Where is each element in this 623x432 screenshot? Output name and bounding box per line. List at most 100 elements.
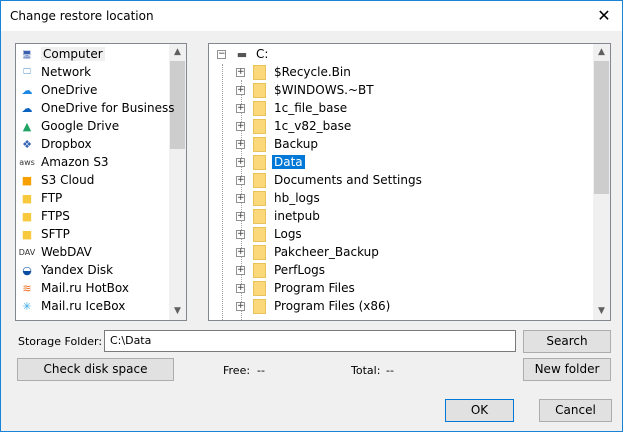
source-item-yandex-disk[interactable]: ◒ Yandex Disk — [19, 261, 113, 279]
close-icon[interactable]: ✕ — [592, 4, 616, 28]
expand-icon[interactable]: + — [236, 247, 245, 257]
scroll-up-icon[interactable]: ▲ — [593, 44, 610, 61]
s3-cloud-icon: ■ — [21, 173, 33, 187]
source-item-s3-cloud[interactable]: ■ S3 Cloud — [19, 171, 95, 189]
expand-icon[interactable]: + — [236, 175, 245, 185]
source-list-scrollbar[interactable]: ▲ ▼ — [169, 44, 186, 320]
free-label: Free: — [223, 364, 251, 377]
title-bar: Change restore location ✕ — [1, 1, 622, 31]
tree-folder-item[interactable]: +1c_file_base — [236, 99, 349, 117]
folder-icon — [253, 262, 266, 278]
folder-icon — [253, 118, 266, 134]
computer-icon: 🖥 — [21, 49, 33, 59]
folder-tree[interactable]: − ▬ C: ▲ ▼ + $Recycle.Bin + $WINDOWS.~BT +1c… — [208, 43, 611, 321]
onedrive-icon: ☁ — [21, 83, 33, 97]
source-item-amazon-s3[interactable]: aws Amazon S3 — [19, 153, 108, 171]
google-drive-icon: ▲ — [22, 119, 32, 133]
folder-icon — [253, 244, 266, 260]
source-item-label: Google Drive — [41, 119, 120, 133]
source-item-onedrive-for-business[interactable]: ☁ OneDrive for Business — [19, 99, 175, 117]
free-value: -- — [257, 364, 265, 377]
tree-folder-item[interactable]: + Program Files — [236, 279, 357, 297]
dialog-window: Change restore location ✕ ▲ ▼ 🖥 Computer 🖵… — [0, 0, 623, 432]
expand-icon[interactable]: + — [236, 265, 245, 275]
drive-icon: ▬ — [236, 47, 248, 61]
new-folder-button[interactable]: New folder — [523, 358, 611, 381]
source-item-label: FTPS — [41, 209, 70, 223]
source-list[interactable]: ▲ ▼ 🖥 Computer 🖵 Network ☁ OneDrive ☁ OneDrive … — [15, 43, 187, 321]
expand-icon[interactable]: + — [236, 67, 245, 77]
tree-folder-label: Logs — [274, 227, 302, 241]
expand-icon[interactable]: + — [236, 85, 245, 95]
expand-icon[interactable]: + — [236, 139, 245, 149]
tree-folder-label: 1c_v82_base — [274, 119, 352, 133]
check-disk-space-button[interactable]: Check disk space — [17, 358, 174, 381]
source-item-webdav[interactable]: DAV WebDAV — [19, 243, 92, 261]
aws-icon: aws — [19, 157, 35, 167]
expand-icon[interactable]: + — [236, 301, 245, 311]
tree-node-label: C: — [256, 47, 269, 61]
expand-icon[interactable]: + — [236, 121, 245, 131]
storage-folder-input[interactable]: C:\Data — [104, 330, 516, 352]
source-item-label: OneDrive — [41, 83, 98, 97]
folder-icon — [253, 190, 266, 206]
expand-icon[interactable]: + — [236, 157, 245, 167]
scroll-up-icon[interactable]: ▲ — [169, 44, 186, 61]
ftps-folder-icon: ■ — [21, 209, 33, 223]
tree-folder-item[interactable]: + $WINDOWS.~BT — [236, 81, 376, 99]
source-item-sftp[interactable]: ■ SFTP — [19, 225, 70, 243]
tree-folder-item[interactable]: + hb_logs — [236, 189, 322, 207]
scroll-down-icon[interactable]: ▼ — [593, 303, 610, 320]
folder-tree-scrollbar[interactable]: ▲ ▼ — [593, 44, 610, 320]
source-item-label: OneDrive for Business — [41, 101, 175, 115]
tree-folder-item[interactable]: +1c_v82_base — [236, 117, 353, 135]
tree-folder-label: inetpub — [274, 209, 320, 223]
folder-icon — [253, 64, 266, 80]
tree-folder-item[interactable]: + $Recycle.Bin — [236, 63, 353, 81]
collapse-icon[interactable]: − — [217, 49, 226, 59]
source-item-label: Network — [41, 65, 92, 79]
source-item-network[interactable]: 🖵 Network — [19, 63, 91, 81]
expand-icon[interactable]: + — [236, 229, 245, 239]
source-item-label: FTP — [41, 191, 63, 205]
source-item-ftps[interactable]: ■ FTPS — [19, 207, 70, 225]
source-item-computer[interactable]: 🖥 Computer — [19, 45, 105, 63]
source-item-mail-ru-hotbox[interactable]: ≋ Mail.ru HotBox — [19, 279, 129, 297]
source-item-google-drive[interactable]: ▲ Google Drive — [19, 117, 119, 135]
search-button[interactable]: Search — [523, 330, 611, 353]
source-item-onedrive[interactable]: ☁ OneDrive — [19, 81, 98, 99]
tree-folder-label: Data — [272, 155, 305, 169]
folder-icon — [253, 208, 266, 224]
tree-folder-label: Documents and Settings — [274, 173, 422, 187]
tree-folder-item[interactable]: + inetpub — [236, 207, 322, 225]
expand-icon[interactable]: + — [236, 283, 245, 293]
ok-button[interactable]: OK — [445, 399, 514, 422]
dialog-title: Change restore location — [10, 9, 154, 23]
tree-node-root[interactable]: − ▬ C: — [217, 45, 268, 63]
tree-folder-label: Backup — [274, 137, 318, 151]
source-item-mail-ru-icebox[interactable]: ✳ Mail.ru IceBox — [19, 297, 125, 315]
source-item-label: WebDAV — [41, 245, 92, 259]
source-item-dropbox[interactable]: ❖ Dropbox — [19, 135, 92, 153]
tree-folder-item[interactable]: + Documents and Settings — [236, 171, 424, 189]
cancel-button[interactable]: Cancel — [539, 399, 612, 422]
expand-icon[interactable]: + — [236, 103, 245, 113]
scroll-thumb[interactable] — [594, 61, 609, 194]
ftp-folder-icon: ■ — [21, 191, 33, 205]
tree-folder-item[interactable]: + Program Files (x86) — [236, 297, 392, 315]
tree-folder-label: Pakcheer_Backup — [274, 245, 379, 259]
folder-icon — [253, 82, 266, 98]
source-item-label: Mail.ru HotBox — [41, 281, 129, 295]
expand-icon[interactable]: + — [236, 193, 245, 203]
total-label: Total: — [351, 364, 381, 377]
tree-folder-item[interactable]: + Logs — [236, 225, 304, 243]
tree-folder-item[interactable]: + Pakcheer_Backup — [236, 243, 381, 261]
scroll-down-icon[interactable]: ▼ — [169, 303, 186, 320]
tree-folder-item[interactable]: + PerfLogs — [236, 261, 327, 279]
tree-folder-item[interactable]: + Data — [236, 153, 305, 171]
tree-folder-item[interactable]: + Backup — [236, 135, 320, 153]
tree-folder-label: $Recycle.Bin — [274, 65, 351, 79]
source-item-ftp[interactable]: ■ FTP — [19, 189, 62, 207]
yandex-disk-icon: ◒ — [22, 263, 32, 277]
expand-icon[interactable]: + — [236, 211, 245, 221]
